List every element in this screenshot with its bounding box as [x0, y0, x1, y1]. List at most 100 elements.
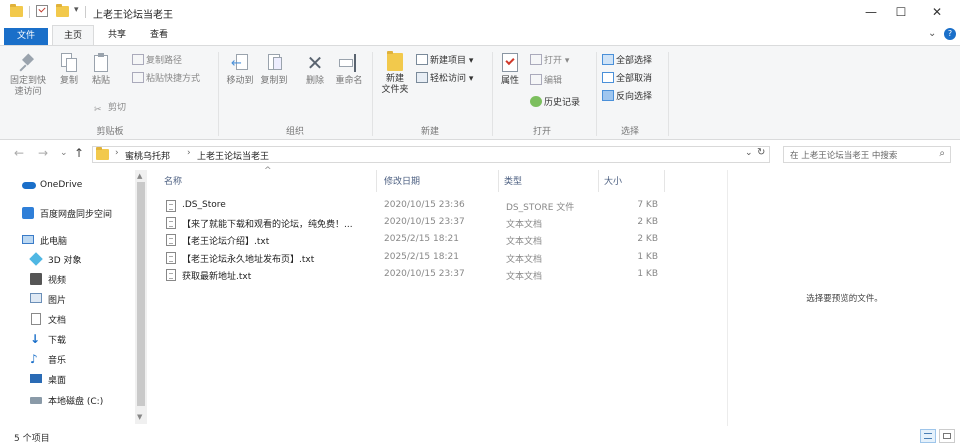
sidebar-item-drive-c[interactable]: 本地磁盘 (C:)	[0, 392, 134, 408]
table-row[interactable]: 【老王论坛介绍】.txt 2025/2/15 18:21 文本文档 2 KB	[164, 231, 664, 248]
open-button[interactable]: 打开 ▾	[530, 54, 569, 68]
select-all-icon	[602, 54, 614, 65]
copy-path-button[interactable]: 复制路径	[132, 54, 182, 68]
rename-icon	[339, 53, 359, 73]
pin-quick-access-button[interactable]: 固定到快 速访问	[8, 53, 48, 98]
sidebar-item-documents[interactable]: 文档	[0, 311, 134, 327]
group-label-organize: 组织	[285, 127, 304, 137]
pin-icon	[19, 53, 36, 73]
properties-button[interactable]: 属性	[496, 53, 524, 87]
file-list: ^ 名称 修改日期 类型 大小 .DS_Store 2020/10/15 23:…	[150, 166, 726, 426]
divider	[85, 6, 86, 18]
breadcrumb-item[interactable]: 上老王论坛当老王	[197, 149, 269, 162]
divider	[668, 52, 669, 136]
move-to-button[interactable]: ← 移动到	[224, 53, 256, 87]
column-divider[interactable]	[376, 170, 377, 192]
sidebar-item-music[interactable]: ♪ 音乐	[0, 351, 134, 367]
sidebar-item-downloads[interactable]: ↓ 下载	[0, 331, 134, 347]
status-bar: 5 个项目	[0, 426, 960, 447]
edit-button[interactable]: 编辑	[530, 74, 562, 88]
table-row[interactable]: 获取最新地址.txt 2020/10/15 23:37 文本文档 1 KB	[164, 266, 664, 283]
scrollbar-thumb[interactable]	[137, 182, 145, 406]
history-label: 历史记录	[544, 98, 581, 108]
close-button[interactable]: ✕	[914, 0, 960, 24]
tab-file[interactable]: 文件	[4, 28, 48, 45]
folder-icon	[10, 4, 23, 17]
sidebar-item-onedrive[interactable]: OneDrive	[0, 178, 134, 194]
details-view-button[interactable]	[920, 429, 936, 443]
column-divider[interactable]	[664, 170, 665, 192]
file-date: 2020/10/15 23:37	[384, 269, 465, 279]
address-bar[interactable]: › 蜜桃乌托邦 › 上老王论坛当老王 ⌄ ↻	[92, 146, 770, 163]
group-label-new: 新建	[420, 127, 439, 137]
table-row[interactable]: .DS_Store 2020/10/15 23:36 DS_STORE 文件 7…	[164, 197, 664, 214]
file-size: 2 KB	[637, 217, 658, 227]
table-row[interactable]: 【来了就能下载和观看的论坛，纯免费！... 2020/10/15 23:37 文…	[164, 214, 664, 231]
copy-button[interactable]: 复制	[56, 53, 82, 87]
tab-home[interactable]: 主页	[52, 25, 94, 45]
move-to-icon: ←	[231, 53, 249, 73]
column-divider[interactable]	[498, 170, 499, 192]
copy-to-icon	[265, 53, 283, 73]
select-none-button[interactable]: 全部取消	[602, 72, 652, 86]
file-date: 2020/10/15 23:37	[384, 217, 465, 227]
search-icon: ⌕	[939, 148, 945, 159]
paste-button[interactable]: 粘贴	[88, 53, 114, 87]
documents-icon	[31, 313, 41, 325]
sidebar-scrollbar[interactable]: ▲ ▼	[135, 170, 147, 424]
column-header-date[interactable]: 修改日期	[384, 174, 420, 187]
search-input[interactable]: 在 上老王论坛当老王 中搜索 ⌕	[783, 146, 951, 163]
sidebar-item-pictures[interactable]: 图片	[0, 291, 134, 307]
column-divider[interactable]	[598, 170, 599, 192]
column-header-type[interactable]: 类型	[504, 174, 522, 187]
copy-to-button[interactable]: 复制到	[258, 53, 290, 87]
scroll-down-button[interactable]: ▼	[137, 413, 142, 421]
sidebar-item-label: 音乐	[48, 356, 67, 366]
help-button[interactable]: ?	[944, 28, 956, 40]
scroll-up-button[interactable]: ▲	[137, 172, 142, 180]
sidebar-item-videos[interactable]: 视频	[0, 271, 134, 287]
sidebar-item-this-pc[interactable]: 此电脑	[0, 232, 134, 248]
sidebar-item-3d[interactable]: 3D 对象	[0, 251, 134, 267]
quick-access-dropdown[interactable]: ▾	[74, 5, 79, 15]
delete-button[interactable]: ✕ 删除	[302, 53, 328, 87]
large-icons-view-button[interactable]	[939, 429, 955, 443]
new-folder-button[interactable]: 新建 文件夹	[378, 51, 412, 96]
forward-button[interactable]: →	[38, 146, 48, 160]
copy-path-icon	[132, 54, 144, 65]
collapse-ribbon-button[interactable]: ⌄	[928, 28, 936, 39]
column-header-size[interactable]: 大小	[604, 174, 622, 187]
breadcrumb-separator[interactable]: ›	[115, 148, 119, 158]
breadcrumb-item[interactable]: 蜜桃乌托邦	[125, 149, 170, 162]
easy-access-button[interactable]: 轻松访问 ▾	[416, 72, 473, 86]
file-name: .DS_Store	[182, 200, 226, 210]
tab-share[interactable]: 共享	[98, 25, 136, 45]
file-name: 【老王论坛介绍】.txt	[182, 237, 270, 247]
paste-shortcut-button[interactable]: 粘贴快捷方式	[132, 72, 200, 86]
breadcrumb-separator[interactable]: ›	[187, 148, 191, 158]
history-button[interactable]: 历史记录	[530, 96, 580, 110]
rename-button[interactable]: 重命名	[334, 53, 364, 87]
new-item-button[interactable]: 新建项目 ▾	[416, 54, 473, 68]
table-row[interactable]: 【老王论坛永久地址发布页】.txt 2025/2/15 18:21 文本文档 1…	[164, 249, 664, 266]
invert-selection-button[interactable]: 反向选择	[602, 90, 652, 104]
new-folder-label: 新建 文件夹	[381, 74, 409, 95]
back-button[interactable]: ←	[14, 146, 24, 160]
cut-button[interactable]: ✂ 剪切	[94, 101, 126, 115]
recent-locations-button[interactable]: ⌄	[60, 148, 68, 158]
tab-view[interactable]: 查看	[140, 25, 178, 45]
new-folder-icon	[387, 51, 403, 71]
sidebar-item-label: 下载	[48, 336, 67, 346]
sidebar-item-baidu[interactable]: 百度网盘同步空间	[0, 205, 134, 221]
properties-check-icon[interactable]	[36, 5, 48, 17]
new-folder-icon[interactable]	[56, 4, 69, 17]
address-dropdown-button[interactable]: ⌄	[745, 148, 753, 158]
column-header-name[interactable]: 名称	[164, 174, 182, 187]
refresh-button[interactable]: ↻	[757, 147, 765, 158]
select-all-button[interactable]: 全部选择	[602, 54, 652, 68]
paste-icon	[93, 53, 109, 73]
sidebar-item-desktop[interactable]: 桌面	[0, 371, 134, 387]
up-button[interactable]: ↑	[74, 146, 84, 160]
sidebar-item-label: 此电脑	[40, 237, 68, 247]
properties-icon	[502, 53, 518, 73]
